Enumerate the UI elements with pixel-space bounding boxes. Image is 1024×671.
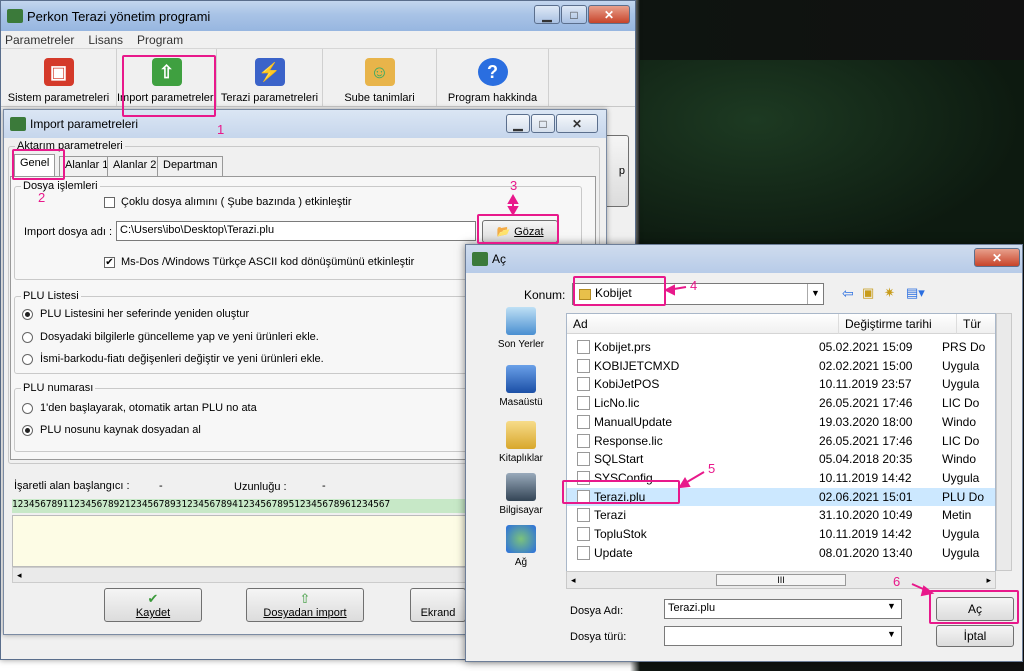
annotation-arrows	[507, 193, 935, 597]
